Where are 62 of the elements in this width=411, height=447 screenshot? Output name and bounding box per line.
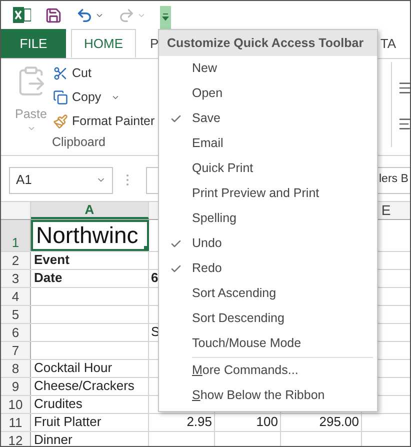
table-cell-text: 6 [151, 268, 158, 286]
undo-icon[interactable] [76, 6, 93, 24]
grip-icon [126, 174, 129, 186]
menu-item[interactable]: Quick Print [192, 159, 254, 178]
paintbrush-icon [53, 114, 68, 129]
scissors-icon [53, 66, 68, 81]
menu-item[interactable]: Redo [192, 259, 222, 278]
row-header[interactable]: 4 [1, 288, 31, 305]
ribbon-tab[interactable]: TA [376, 29, 400, 58]
menu-title: Customize Quick Access Toolbar [159, 30, 377, 56]
align-icon[interactable] [398, 116, 410, 132]
table-cell-text: Date [34, 270, 62, 286]
ribbon-tab[interactable]: FILE [1, 29, 66, 58]
caret-icon[interactable] [111, 93, 120, 102]
menu-item[interactable]: Email [192, 134, 224, 153]
row-header[interactable]: 10 [1, 396, 31, 413]
ribbon-command[interactable]: Cut [72, 64, 92, 83]
table-cell-text: Cocktail Hour [34, 360, 112, 376]
row-header[interactable]: 1 [1, 220, 31, 251]
row-header[interactable]: 5 [1, 306, 31, 323]
copy-icon [53, 90, 68, 105]
table-cell-text: Crudites [34, 396, 82, 412]
table-cell-text: Cheese/Crackers [34, 378, 134, 394]
name-box[interactable]: A1 [9, 166, 113, 194]
column-header[interactable]: A [31, 202, 149, 219]
ribbon-command[interactable]: Copy [72, 88, 102, 107]
menu-item[interactable]: Sort Descending [192, 309, 284, 328]
table-cell-text: Event [34, 252, 70, 268]
row-header[interactable]: 3 [1, 270, 31, 287]
menu-item[interactable]: Show Below the Ribbon [192, 386, 325, 405]
menu-item[interactable]: Print Preview and Print [192, 184, 320, 203]
ribbon-command[interactable]: Format Painter [72, 112, 155, 131]
menu-item[interactable]: Open [192, 84, 223, 103]
spreadsheet-app-icon [13, 7, 31, 23]
table-cell: Dinner [34, 432, 72, 446]
row-header[interactable]: 8 [1, 360, 31, 377]
table-cell-text: 100 [256, 412, 278, 430]
row-header[interactable]: 11 [1, 414, 31, 431]
menu-item[interactable]: Sort Ascending [192, 284, 276, 303]
menu-item[interactable]: Save [192, 109, 220, 128]
save-icon[interactable] [45, 6, 62, 24]
menu-item[interactable]: Touch/Mouse Mode [192, 334, 302, 353]
menu-item[interactable]: Undo [192, 234, 222, 253]
menu-item[interactable]: Spelling [192, 209, 236, 228]
check-icon [170, 112, 182, 124]
menu-item[interactable]: More Commands... [192, 361, 298, 380]
table-cell-text: 295.00 [319, 412, 359, 430]
table-cell: Northwinc [36, 222, 138, 249]
align-icon[interactable] [398, 80, 410, 96]
check-icon [170, 238, 182, 250]
table-cell-text: 2.95 [186, 412, 212, 430]
ribbon-tab[interactable]: HOME [71, 29, 136, 58]
row-header[interactable]: 7 [1, 342, 31, 359]
row-header[interactable]: 2 [1, 252, 31, 269]
row-header[interactable]: 12 [1, 432, 31, 446]
row-header[interactable]: 9 [1, 378, 31, 395]
check-icon [170, 262, 182, 274]
customize-toolbar-button[interactable] [160, 6, 171, 29]
menu-item[interactable]: New [192, 59, 218, 78]
table-cell-text: Fruit Platter [34, 414, 102, 430]
row-header[interactable]: 6 [1, 324, 31, 341]
group-label: Clipboard [52, 134, 107, 152]
